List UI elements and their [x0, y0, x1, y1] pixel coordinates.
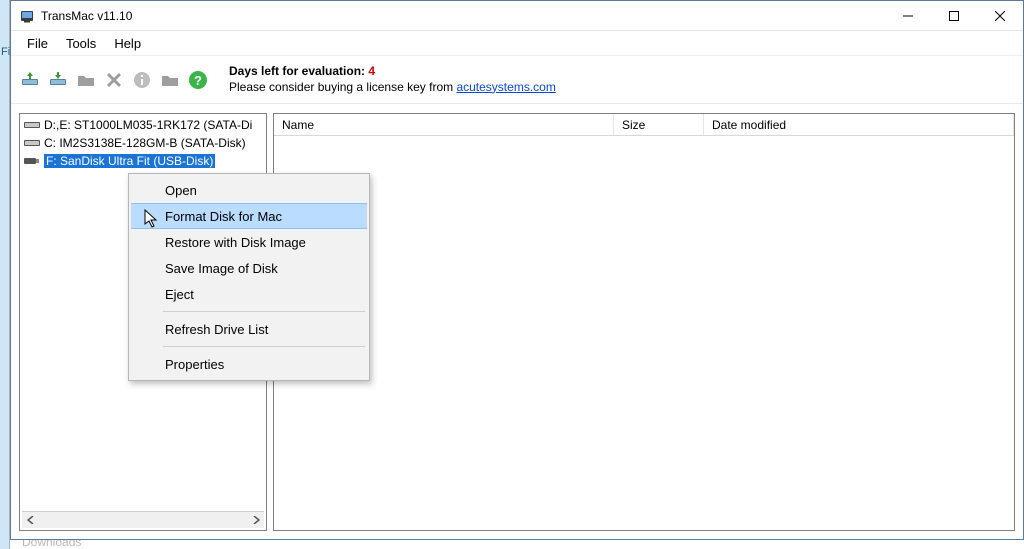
eval-days-number: 4	[368, 64, 375, 78]
maximize-button[interactable]	[931, 1, 977, 31]
file-list-pane[interactable]: Name Size Date modified	[273, 113, 1015, 531]
scroll-right-icon[interactable]	[247, 512, 264, 529]
svg-text:?: ?	[194, 73, 202, 88]
column-name[interactable]: Name	[274, 114, 614, 135]
menu-help[interactable]: Help	[106, 32, 149, 55]
cm-open[interactable]: Open	[131, 177, 367, 203]
context-menu: Open Format Disk for Mac Restore with Di…	[128, 173, 370, 381]
menubar: File Tools Help	[11, 31, 1023, 56]
open-drive-icon[interactable]	[17, 67, 43, 93]
cm-save-image-of-disk[interactable]: Save Image of Disk	[131, 255, 367, 281]
drive-item-selected[interactable]: F: SanDisk Ultra Fit (USB-Disk)	[20, 152, 266, 170]
info-icon[interactable]	[129, 67, 155, 93]
app-window: TransMac v11.10 File Tools Help	[10, 0, 1024, 540]
other-window-strip: Fi	[0, 0, 10, 549]
titlebar: TransMac v11.10	[11, 1, 1023, 31]
help-icon[interactable]: ?	[185, 67, 211, 93]
column-size[interactable]: Size	[614, 114, 704, 135]
window-title: TransMac v11.10	[41, 9, 132, 23]
context-menu-separator	[163, 346, 365, 347]
hdd-icon	[24, 119, 40, 131]
drive-label: D:,E: ST1000LM035-1RK172 (SATA-Di	[44, 118, 252, 132]
drive-item[interactable]: C: IM2S3138E-128GM-B (SATA-Disk)	[20, 134, 266, 152]
horizontal-scrollbar[interactable]	[22, 511, 264, 528]
minimize-button[interactable]	[885, 1, 931, 31]
folder-icon[interactable]	[73, 67, 99, 93]
save-drive-icon[interactable]	[45, 67, 71, 93]
menu-file[interactable]: File	[19, 32, 56, 55]
delete-icon[interactable]	[101, 67, 127, 93]
drive-label: F: SanDisk Ultra Fit (USB-Disk)	[44, 154, 215, 168]
drive-label: C: IM2S3138E-128GM-B (SATA-Disk)	[44, 136, 246, 150]
column-date[interactable]: Date modified	[704, 114, 1014, 135]
evaluation-notice: Days left for evaluation: 4 Please consi…	[229, 64, 556, 95]
cm-format-disk-for-mac[interactable]: Format Disk for Mac	[131, 203, 367, 229]
drive-item[interactable]: D:,E: ST1000LM035-1RK172 (SATA-Di	[20, 116, 266, 134]
eval-link[interactable]: acutesystems.com	[456, 80, 555, 94]
close-button[interactable]	[977, 1, 1023, 31]
context-menu-separator	[163, 311, 365, 312]
scroll-left-icon[interactable]	[22, 512, 39, 529]
toolbar: ? Days left for evaluation: 4 Please con…	[11, 56, 1023, 104]
cm-restore-with-disk-image[interactable]: Restore with Disk Image	[131, 229, 367, 255]
new-folder-icon[interactable]	[157, 67, 183, 93]
cm-eject[interactable]: Eject	[131, 281, 367, 307]
menu-tools[interactable]: Tools	[58, 32, 104, 55]
file-list-header: Name Size Date modified	[274, 114, 1014, 136]
cm-properties[interactable]: Properties	[131, 351, 367, 377]
eval-days-label: Days left for evaluation:	[229, 64, 368, 78]
usb-icon	[24, 155, 40, 167]
cm-refresh-drive-list[interactable]: Refresh Drive List	[131, 316, 367, 342]
drive-list: D:,E: ST1000LM035-1RK172 (SATA-Di C: IM2…	[20, 114, 266, 172]
other-window-letter: Fi	[0, 0, 9, 58]
eval-please: Please consider buying a license key fro…	[229, 80, 456, 94]
app-icon	[19, 8, 35, 24]
hdd-icon	[24, 137, 40, 149]
